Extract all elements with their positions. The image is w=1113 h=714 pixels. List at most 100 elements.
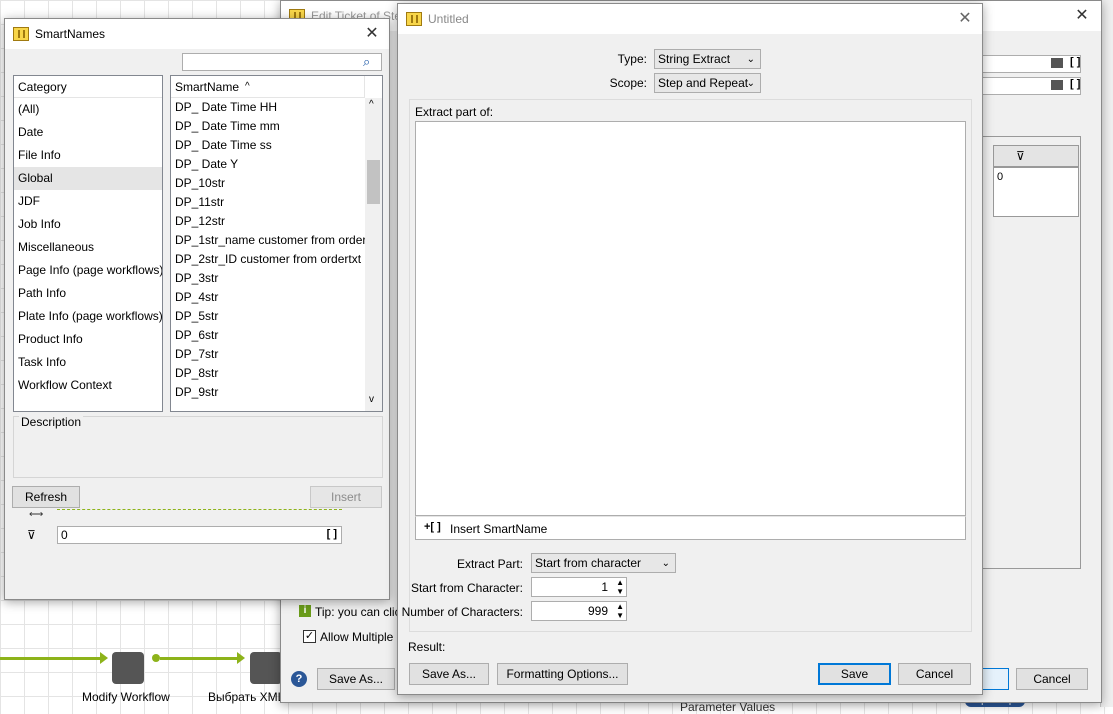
insert-smartname-bar[interactable]: +[ ] Insert SmartName <box>415 516 966 540</box>
category-item[interactable]: Path Info <box>14 282 162 305</box>
type-value: String Extract <box>658 52 731 66</box>
smartnames-icon <box>13 27 29 41</box>
scroll-down-icon[interactable]: v <box>369 394 374 405</box>
category-item[interactable]: Date <box>14 121 162 144</box>
smartname-item[interactable]: DP_ Date Y <box>171 155 365 174</box>
search-icon[interactable]: ⌕ <box>363 54 370 70</box>
connector-arrow <box>0 657 104 660</box>
brackets-icon[interactable]: [ ] <box>327 528 337 540</box>
description-box: Description <box>13 415 383 478</box>
smartname-item[interactable]: DP_6str <box>171 326 365 345</box>
category-header[interactable]: Category <box>14 76 162 98</box>
stepper-up-icon[interactable]: ▲ <box>616 578 624 587</box>
chevron-down-icon: ⌄ <box>746 78 755 89</box>
smartname-item[interactable]: DP_12str <box>171 212 365 231</box>
ticket-save-as-button[interactable]: Save As... <box>317 668 395 690</box>
untitled-window: Untitled ✕ Type: String Extract ⌄ Scope:… <box>397 3 983 695</box>
category-item[interactable]: Task Info <box>14 351 162 374</box>
smartname-item[interactable]: DP_ Date Time HH <box>171 98 365 117</box>
extract-part-dropdown[interactable]: Start from character ⌄ <box>531 553 676 573</box>
category-item[interactable]: JDF <box>14 190 162 213</box>
filter-icon: ⊽ <box>27 528 36 542</box>
stepper-up-icon[interactable]: ▲ <box>616 602 624 611</box>
category-list[interactable]: Category (All) Date File Info Global JDF Job … <box>13 75 163 412</box>
allow-multiple-checkbox[interactable]: ✓ <box>303 630 316 643</box>
stepper-down-icon[interactable]: ▼ <box>616 611 624 620</box>
smartnames-titlebar: SmartNames ✕ <box>5 19 389 49</box>
smartname-item[interactable]: DP_4str <box>171 288 365 307</box>
info-icon: i <box>299 605 311 617</box>
scope-dropdown[interactable]: Step and Repeat ⌄ <box>654 73 761 93</box>
smartname-item[interactable]: DP_2str_ID customer from ordertxt <box>171 250 365 269</box>
brackets-icon[interactable]: [ ] <box>1070 78 1080 90</box>
smartname-item[interactable]: DP_10str <box>171 174 365 193</box>
number-of-characters-stepper[interactable]: 999 ▲ ▼ <box>531 601 627 621</box>
type-dropdown[interactable]: String Extract ⌄ <box>654 49 761 69</box>
brackets-icon[interactable]: [ ] <box>1070 56 1080 68</box>
chevron-down-icon: ⌄ <box>661 558 670 569</box>
category-item[interactable]: Miscellaneous <box>14 236 162 259</box>
category-item[interactable]: File Info <box>14 144 162 167</box>
smartname-item[interactable]: DP_8str <box>171 364 365 383</box>
cancel-button[interactable]: Cancel <box>898 663 971 685</box>
insert-button[interactable]: Insert <box>310 486 382 508</box>
connector-arrow <box>160 657 240 660</box>
category-item[interactable]: Job Info <box>14 213 162 236</box>
ticket-field-1[interactable] <box>981 55 1081 73</box>
smartnames-title: SmartNames <box>35 27 106 41</box>
smartname-item[interactable]: DP_ Date Time mm <box>171 117 365 136</box>
smartname-item[interactable]: DP_1str_name customer from ordertxt <box>171 231 365 250</box>
smartname-scrollbar[interactable]: ^ v <box>365 98 382 411</box>
smartname-item[interactable]: DP_3str <box>171 269 365 288</box>
category-item[interactable]: Product Info <box>14 328 162 351</box>
scroll-thumb[interactable] <box>367 160 380 204</box>
formatting-options-button[interactable]: Formatting Options... <box>497 663 628 685</box>
scroll-up-icon[interactable]: ^ <box>369 99 374 110</box>
category-item[interactable]: Workflow Context <box>14 374 162 397</box>
help-icon[interactable]: ? <box>291 671 307 687</box>
ticket-cancel-button[interactable]: Cancel <box>1016 668 1088 690</box>
stepper-down-icon[interactable]: ▼ <box>616 587 624 596</box>
start-from-character-value: 1 <box>601 580 608 594</box>
grid-cell[interactable]: 0 <box>993 167 1079 217</box>
tip-text: Tip: you can click <box>315 605 407 619</box>
extract-part-of-label: Extract part of: <box>415 105 494 119</box>
folder-icon[interactable] <box>1051 80 1063 90</box>
ticket-field-2[interactable] <box>981 77 1081 95</box>
smartname-item[interactable]: DP_9str <box>171 383 365 402</box>
refresh-button[interactable]: Refresh <box>12 486 80 508</box>
untitled-title: Untitled <box>428 12 469 26</box>
smartname-items: DP_ Date Time HH DP_ Date Time mm DP_ Date… <box>171 98 365 411</box>
category-item[interactable]: (All) <box>14 98 162 121</box>
smartname-item[interactable]: DP_7str <box>171 345 365 364</box>
smartname-header[interactable]: SmartName ^ <box>171 76 365 98</box>
number-of-characters-label: Number of Characters: <box>401 605 523 619</box>
category-item[interactable]: Page Info (page workflows) <box>14 259 162 282</box>
extract-text-area[interactable] <box>415 121 966 516</box>
smartname-value: 0 <box>61 528 68 542</box>
folder-icon[interactable] <box>1051 58 1063 68</box>
save-button[interactable]: Save <box>818 663 891 685</box>
category-item[interactable]: Plate Info (page workflows) <box>14 305 162 328</box>
smartname-list[interactable]: SmartName ^ DP_ Date Time HH DP_ Date Tim… <box>170 75 383 412</box>
close-icon[interactable]: ✕ <box>363 25 381 43</box>
smartname-item[interactable]: DP_11str <box>171 193 365 212</box>
close-icon[interactable]: ✕ <box>956 10 974 28</box>
smartname-item[interactable]: DP_5str <box>171 307 365 326</box>
smartname-item[interactable]: DP_ Date Time ss <box>171 136 365 155</box>
modify-workflow-node-icon[interactable] <box>112 652 144 684</box>
chevron-down-icon: ⌄ <box>746 54 755 65</box>
close-icon[interactable]: ✕ <box>1073 7 1091 25</box>
ticket-ok-button[interactable] <box>981 668 1009 690</box>
description-label: Description <box>19 415 84 429</box>
category-item[interactable]: Global <box>14 167 162 190</box>
smartname-search-input[interactable] <box>182 53 382 71</box>
smartname-value-field[interactable]: 0 [ ] <box>57 526 342 544</box>
metadata-field <box>57 509 342 520</box>
filter-add-icon[interactable]: ⊽ <box>1016 149 1025 163</box>
connector-dot <box>152 654 160 662</box>
save-as-button[interactable]: Save As... <box>409 663 489 685</box>
connector-arrowhead <box>100 652 108 664</box>
start-from-character-stepper[interactable]: 1 ▲ ▼ <box>531 577 627 597</box>
select-xml-node-icon[interactable] <box>250 652 282 684</box>
